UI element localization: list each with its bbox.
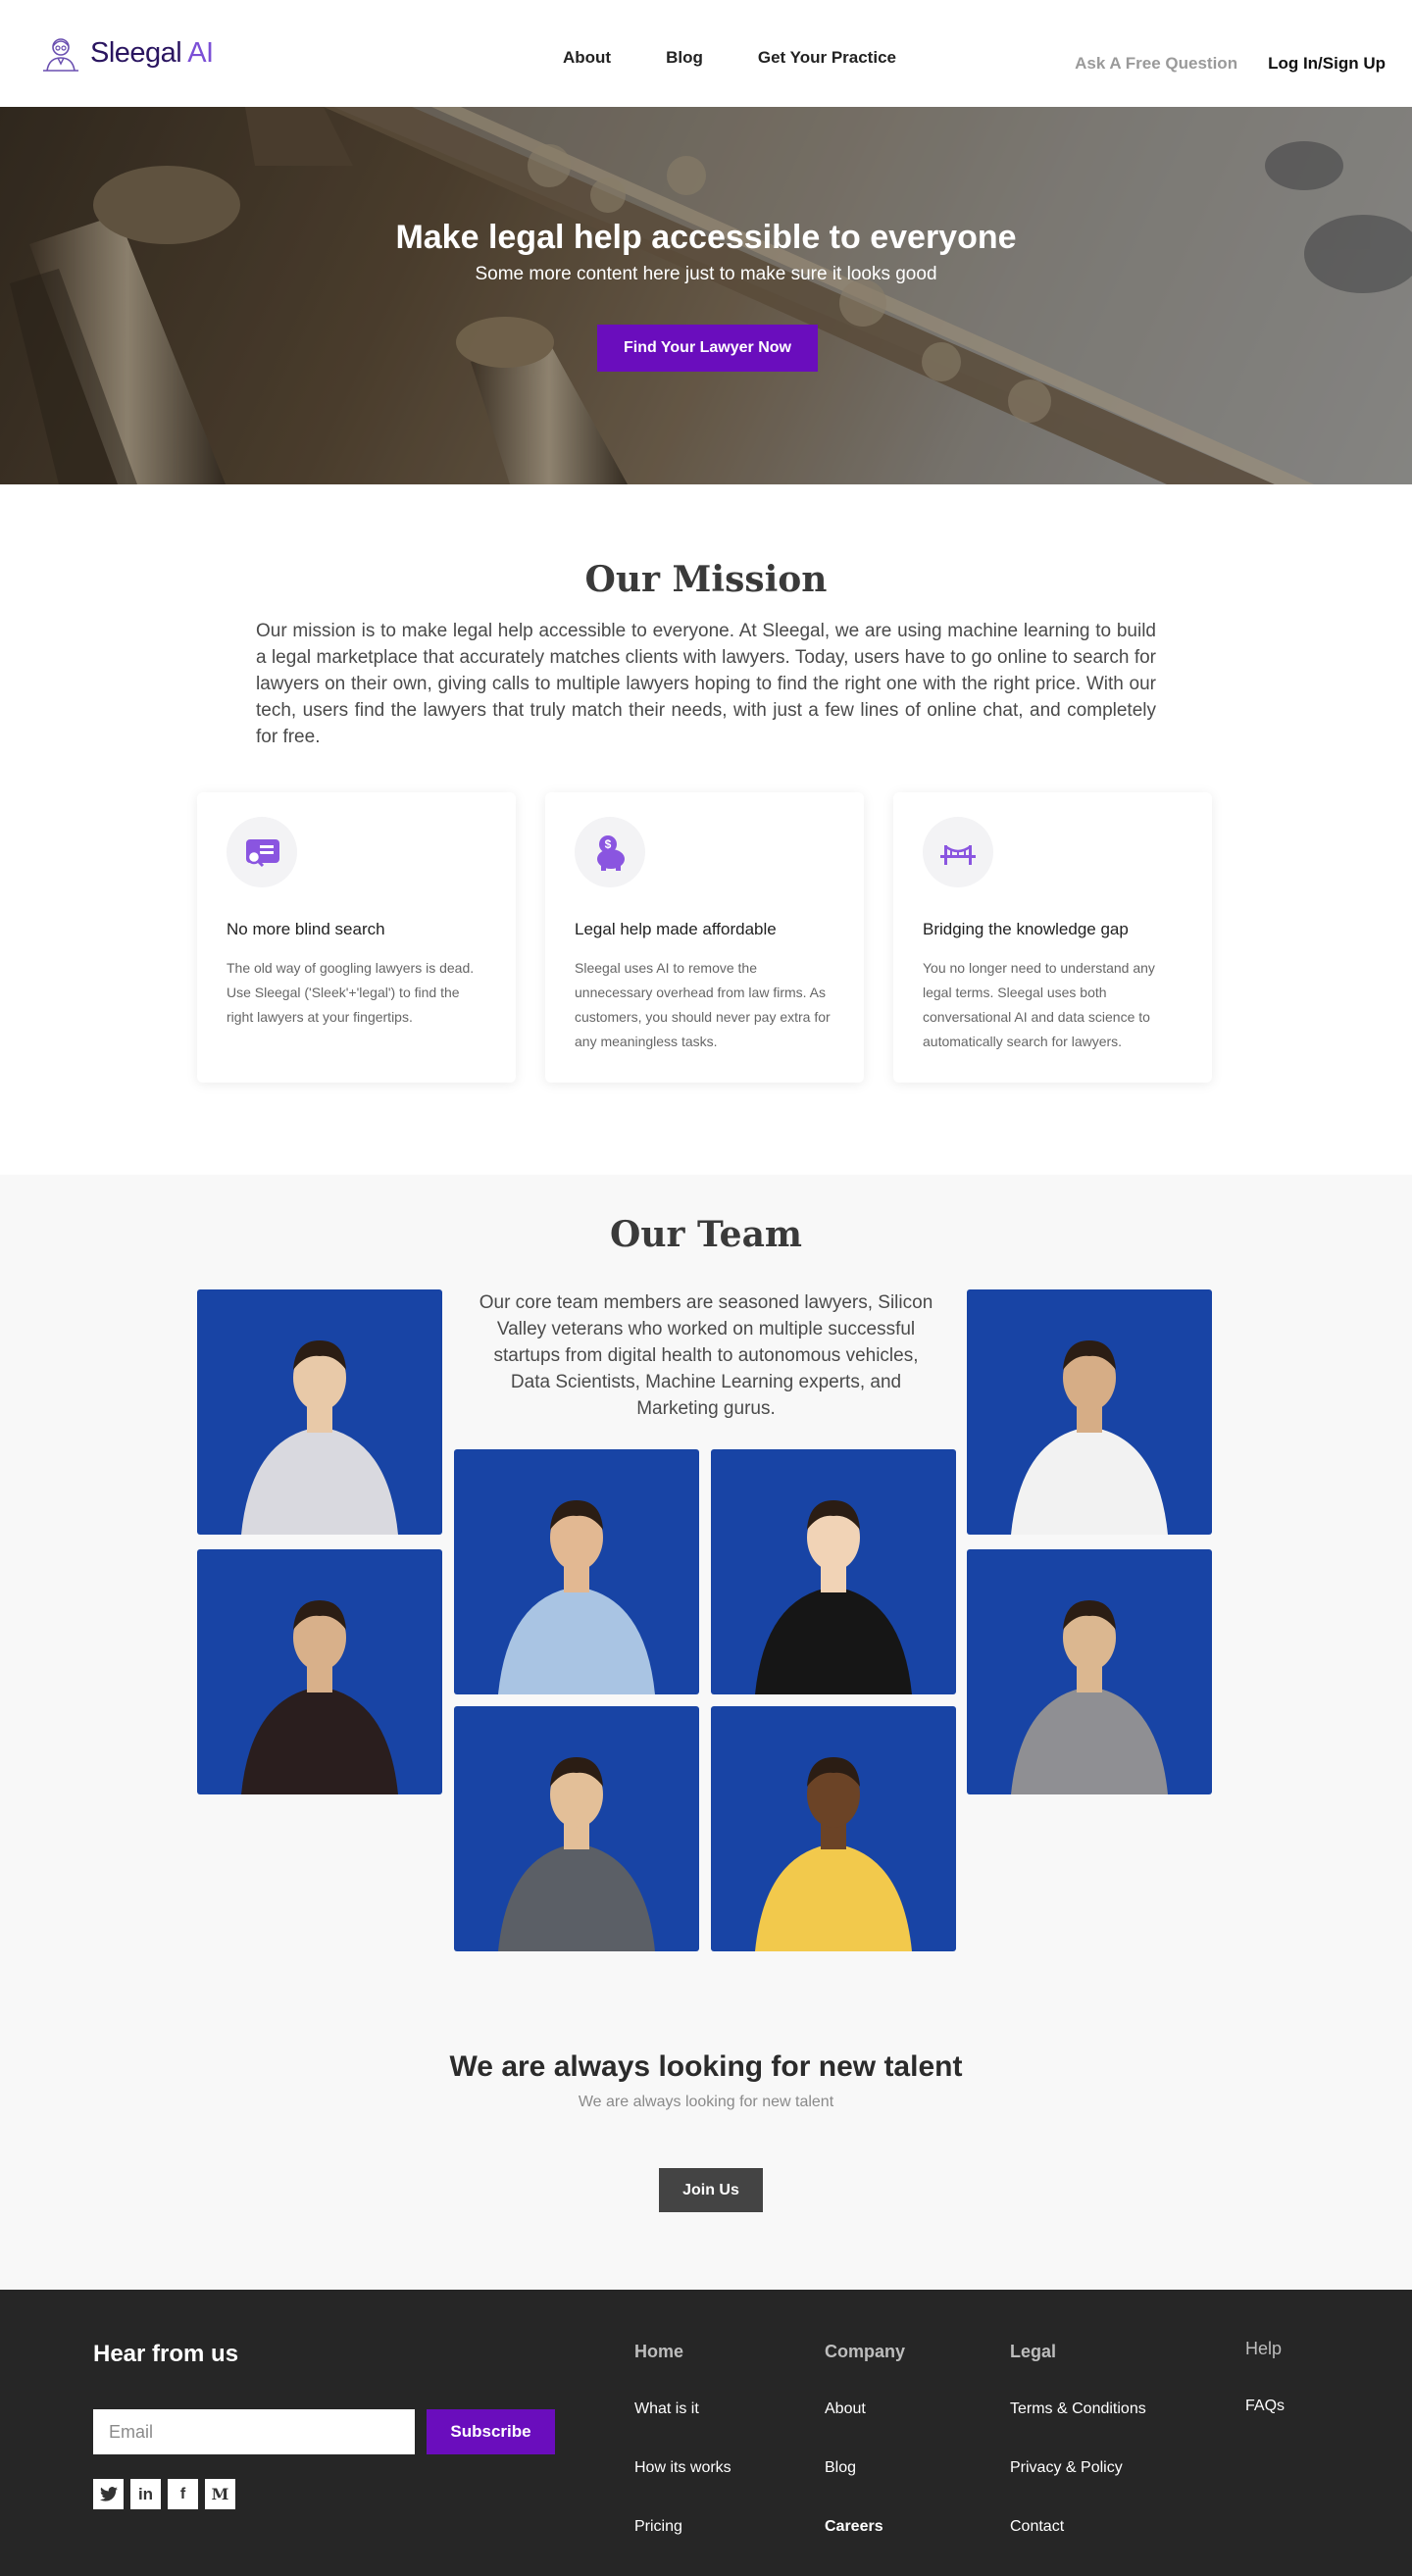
social-links: in f M xyxy=(93,2479,235,2509)
twitter-icon[interactable] xyxy=(93,2479,124,2509)
team-member-photo xyxy=(197,1289,442,1535)
footer-column-home: Home What is it How its works Pricing xyxy=(634,2342,731,2576)
newsletter-title: Hear from us xyxy=(93,2341,239,2367)
search-list-icon xyxy=(227,817,297,887)
team-section: Our Team Our core team members are seaso… xyxy=(0,1175,1412,2290)
footer-column-help: Help FAQs xyxy=(1245,2339,1285,2456)
lawyer-logo-icon xyxy=(43,38,78,72)
footer-link[interactable]: How its works xyxy=(634,2459,731,2518)
facebook-icon[interactable]: f xyxy=(168,2479,198,2509)
team-member-photo xyxy=(197,1549,442,1794)
courthouse-image xyxy=(0,107,1412,484)
feature-card: Bridging the knowledge gap You no longer… xyxy=(893,792,1212,1083)
footer-link[interactable]: Contact xyxy=(1010,2518,1146,2576)
team-member-photo xyxy=(967,1549,1212,1794)
svg-text:$: $ xyxy=(605,837,612,851)
logo-text: Sleegal AI xyxy=(90,36,214,69)
logo[interactable]: Sleegal AI xyxy=(41,33,214,73)
footer-heading: Legal xyxy=(1010,2342,1057,2361)
subscribe-button[interactable]: Subscribe xyxy=(427,2409,555,2454)
nav-get-practice-link[interactable]: Get Your Practice xyxy=(758,48,896,68)
join-us-button[interactable]: Join Us xyxy=(659,2168,763,2212)
ask-free-question-link[interactable]: Ask A Free Question xyxy=(1075,54,1237,74)
feature-card: $ Legal help made affordable Sleegal use… xyxy=(545,792,864,1083)
find-lawyer-button[interactable]: Find Your Lawyer Now xyxy=(597,325,818,372)
nav-blog-link[interactable]: Blog xyxy=(666,48,703,68)
login-signup-link[interactable]: Log In/Sign Up xyxy=(1268,54,1386,74)
team-intro: Our core team members are seasoned lawye… xyxy=(479,1292,933,1419)
hero-title: Make legal help accessible to everyone xyxy=(395,219,1017,256)
mission-title: Our Mission xyxy=(584,559,828,600)
feature-card-text: Sleegal uses AI to remove the unnecessar… xyxy=(575,960,831,1049)
site-header: Sleegal AI About Blog Get Your Practice … xyxy=(0,0,1412,107)
footer-link[interactable]: Privacy & Policy xyxy=(1010,2459,1146,2518)
team-member-photo xyxy=(454,1706,699,1951)
talent-subtitle: We are always looking for new talent xyxy=(578,2094,834,2110)
piggy-bank-icon: $ xyxy=(575,817,645,887)
page: Sleegal AI About Blog Get Your Practice … xyxy=(0,0,1412,2576)
footer-link[interactable]: About xyxy=(825,2400,905,2459)
footer-link[interactable]: Pricing xyxy=(634,2518,731,2576)
footer-heading: Home xyxy=(634,2342,684,2361)
footer-column-company: Company About Blog Careers xyxy=(825,2342,905,2576)
feature-card-text: The old way of googling lawyers is dead.… xyxy=(227,960,475,1025)
email-input[interactable] xyxy=(93,2409,415,2454)
footer-column-legal: Legal Terms & Conditions Privacy & Polic… xyxy=(1010,2342,1146,2576)
team-member-photo xyxy=(711,1449,956,1694)
nav-about-link[interactable]: About xyxy=(563,48,611,68)
mission-text: Our mission is to make legal help access… xyxy=(256,621,1156,747)
bridge-icon xyxy=(923,817,993,887)
team-member-photo xyxy=(454,1449,699,1694)
talent-title: We are always looking for new talent xyxy=(449,2050,963,2083)
header-actions: Ask A Free Question Log In/Sign Up xyxy=(1075,54,1386,74)
team-member-photo xyxy=(967,1289,1212,1535)
site-footer: Hear from us Subscribe in f M Home What … xyxy=(0,2290,1412,2576)
feature-card-title: Bridging the knowledge gap xyxy=(923,920,1129,938)
hero-banner: Make legal help accessible to everyone S… xyxy=(0,107,1412,484)
main-nav: About Blog Get Your Practice xyxy=(563,48,951,68)
footer-link[interactable]: Blog xyxy=(825,2459,905,2518)
feature-cards: No more blind search The old way of goog… xyxy=(197,792,1212,1083)
feature-card-title: Legal help made affordable xyxy=(575,920,777,938)
feature-card: No more blind search The old way of goog… xyxy=(197,792,516,1083)
hero-subtitle: Some more content here just to make sure… xyxy=(475,264,937,284)
footer-link[interactable]: What is it xyxy=(634,2400,731,2459)
feature-card-text: You no longer need to understand any leg… xyxy=(923,960,1155,1049)
footer-heading: Company xyxy=(825,2342,906,2361)
feature-card-title: No more blind search xyxy=(227,920,385,938)
footer-link[interactable]: FAQs xyxy=(1245,2398,1285,2456)
medium-icon[interactable]: M xyxy=(205,2479,235,2509)
footer-heading: Help xyxy=(1245,2339,1283,2358)
team-title: Our Team xyxy=(609,1214,802,1255)
footer-link[interactable]: Terms & Conditions xyxy=(1010,2400,1146,2459)
linkedin-icon[interactable]: in xyxy=(130,2479,161,2509)
team-member-photo xyxy=(711,1706,956,1951)
footer-link[interactable]: Careers xyxy=(825,2518,905,2576)
